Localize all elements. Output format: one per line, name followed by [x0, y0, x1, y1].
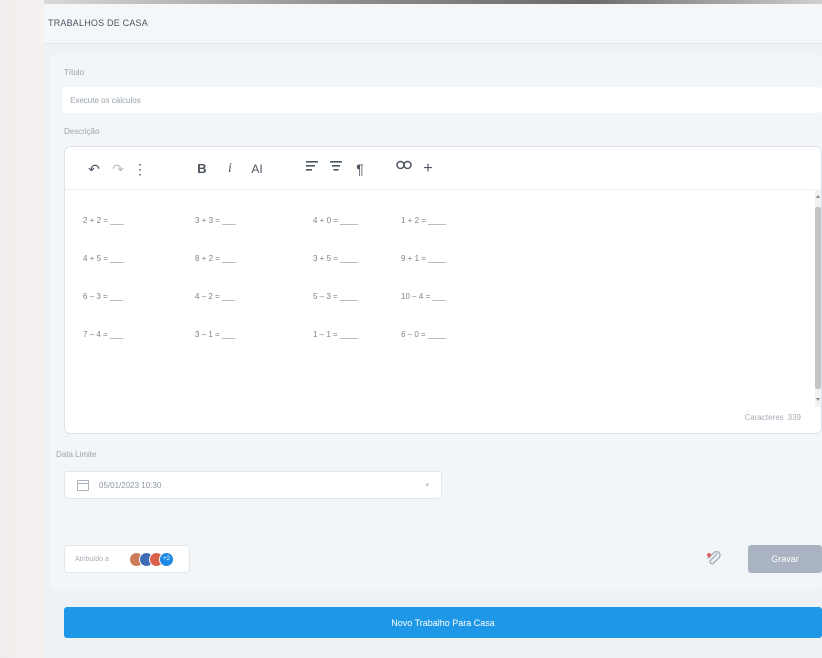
undo-button[interactable]: ↶	[85, 160, 103, 178]
deadline-picker[interactable]: 05/01/2023 10:30 ▾	[64, 471, 442, 499]
new-homework-button[interactable]: Novo Trabalho Para Casa	[64, 607, 822, 638]
align-left-button[interactable]	[303, 160, 321, 178]
paperclip-icon	[707, 550, 721, 565]
content-cell: 4 – 2 = ___	[195, 292, 236, 301]
bold-button[interactable]: B	[193, 160, 211, 178]
deadline-value: 05/01/2023 10:30	[99, 481, 162, 490]
content-cell: 6 – 0 = ____	[401, 330, 446, 339]
more-vertical-icon: ⋮	[133, 161, 147, 177]
attach-button[interactable]	[704, 549, 724, 569]
bold-icon: B	[197, 161, 207, 176]
chevron-down-icon: ▾	[425, 482, 429, 489]
content-cell: 1 – 1 = ____	[313, 330, 358, 339]
scroll-down-arrow-icon[interactable]	[816, 398, 820, 401]
content-cell: 3 + 3 = ___	[195, 216, 236, 225]
editor-toolbar: ↶ ↷ ⋮ B i AI ¶ +	[65, 147, 821, 189]
content-cell: 2 + 2 = ___	[83, 216, 124, 225]
link-button[interactable]	[395, 160, 413, 178]
save-button[interactable]: Gravar	[748, 545, 822, 573]
font-size-icon: AI	[251, 162, 263, 176]
more-options-button[interactable]: ⋮	[131, 160, 149, 178]
title-input[interactable]	[62, 87, 822, 113]
scroll-up-arrow-icon[interactable]	[816, 195, 820, 198]
content-cell: 1 + 2 = ____	[401, 216, 446, 225]
content-cell: 8 + 2 = ___	[195, 254, 236, 263]
content-cell: 6 – 3 = ___	[83, 292, 124, 301]
content-cell: 3 + 5 = ____	[313, 254, 358, 263]
homework-card: TRABALHOS DE CASA Título Descrição ↶ ↷ ⋮…	[44, 4, 822, 658]
paragraph-icon: ¶	[356, 161, 364, 177]
align-center-icon	[330, 161, 342, 171]
scrollbar-thumb[interactable]	[815, 207, 821, 389]
align-left-icon	[306, 161, 318, 171]
calendar-icon	[77, 480, 89, 491]
insert-icon: +	[423, 160, 433, 177]
insert-button[interactable]: +	[419, 160, 437, 178]
card-header: TRABALHOS DE CASA	[44, 4, 822, 44]
italic-icon: i	[228, 161, 232, 176]
content-cell: 10 – 4 = ___	[401, 292, 446, 301]
avatar-more-count: +2	[159, 552, 174, 567]
undo-icon: ↶	[88, 161, 100, 177]
content-cell: 7 – 4 = ___	[83, 330, 124, 339]
redo-button[interactable]: ↷	[109, 160, 127, 178]
title-label: Título	[64, 68, 85, 77]
content-cell: 9 + 1 = ____	[401, 254, 446, 263]
content-cell: 4 + 0 = ____	[313, 216, 358, 225]
description-label: Descrição	[64, 127, 100, 136]
content-cell: 4 + 5 = ___	[83, 254, 124, 263]
character-count-label: Caracteres	[744, 413, 784, 422]
font-size-button[interactable]: AI	[245, 160, 269, 178]
editor-content[interactable]: 2 + 2 = ___ 3 + 3 = ___ 4 + 0 = ____ 1 +…	[65, 189, 821, 407]
page-background	[0, 0, 44, 658]
redo-icon: ↷	[112, 161, 124, 177]
content-cell: 3 – 1 = ___	[195, 330, 236, 339]
align-center-button[interactable]	[327, 160, 345, 178]
character-count-value: 339	[787, 413, 801, 422]
italic-button[interactable]: i	[221, 160, 239, 178]
description-editor[interactable]: ↶ ↷ ⋮ B i AI ¶ + 2 + 2 = ___ 3 + 3 = ___…	[64, 146, 822, 434]
content-cell: 5 – 3 = ____	[313, 292, 358, 301]
assigned-to-field[interactable]: Atribuído a +2	[64, 545, 190, 573]
deadline-label: Data Limite	[56, 450, 97, 459]
editor-scrollbar[interactable]	[815, 189, 821, 407]
link-icon	[396, 160, 412, 170]
paragraph-button[interactable]: ¶	[351, 160, 369, 178]
page-title: TRABALHOS DE CASA	[48, 18, 148, 28]
homework-form: Título Descrição ↶ ↷ ⋮ B i	[50, 54, 822, 590]
assigned-to-label: Atribuído a	[75, 556, 109, 563]
character-count: Caracteres 339	[741, 413, 801, 422]
